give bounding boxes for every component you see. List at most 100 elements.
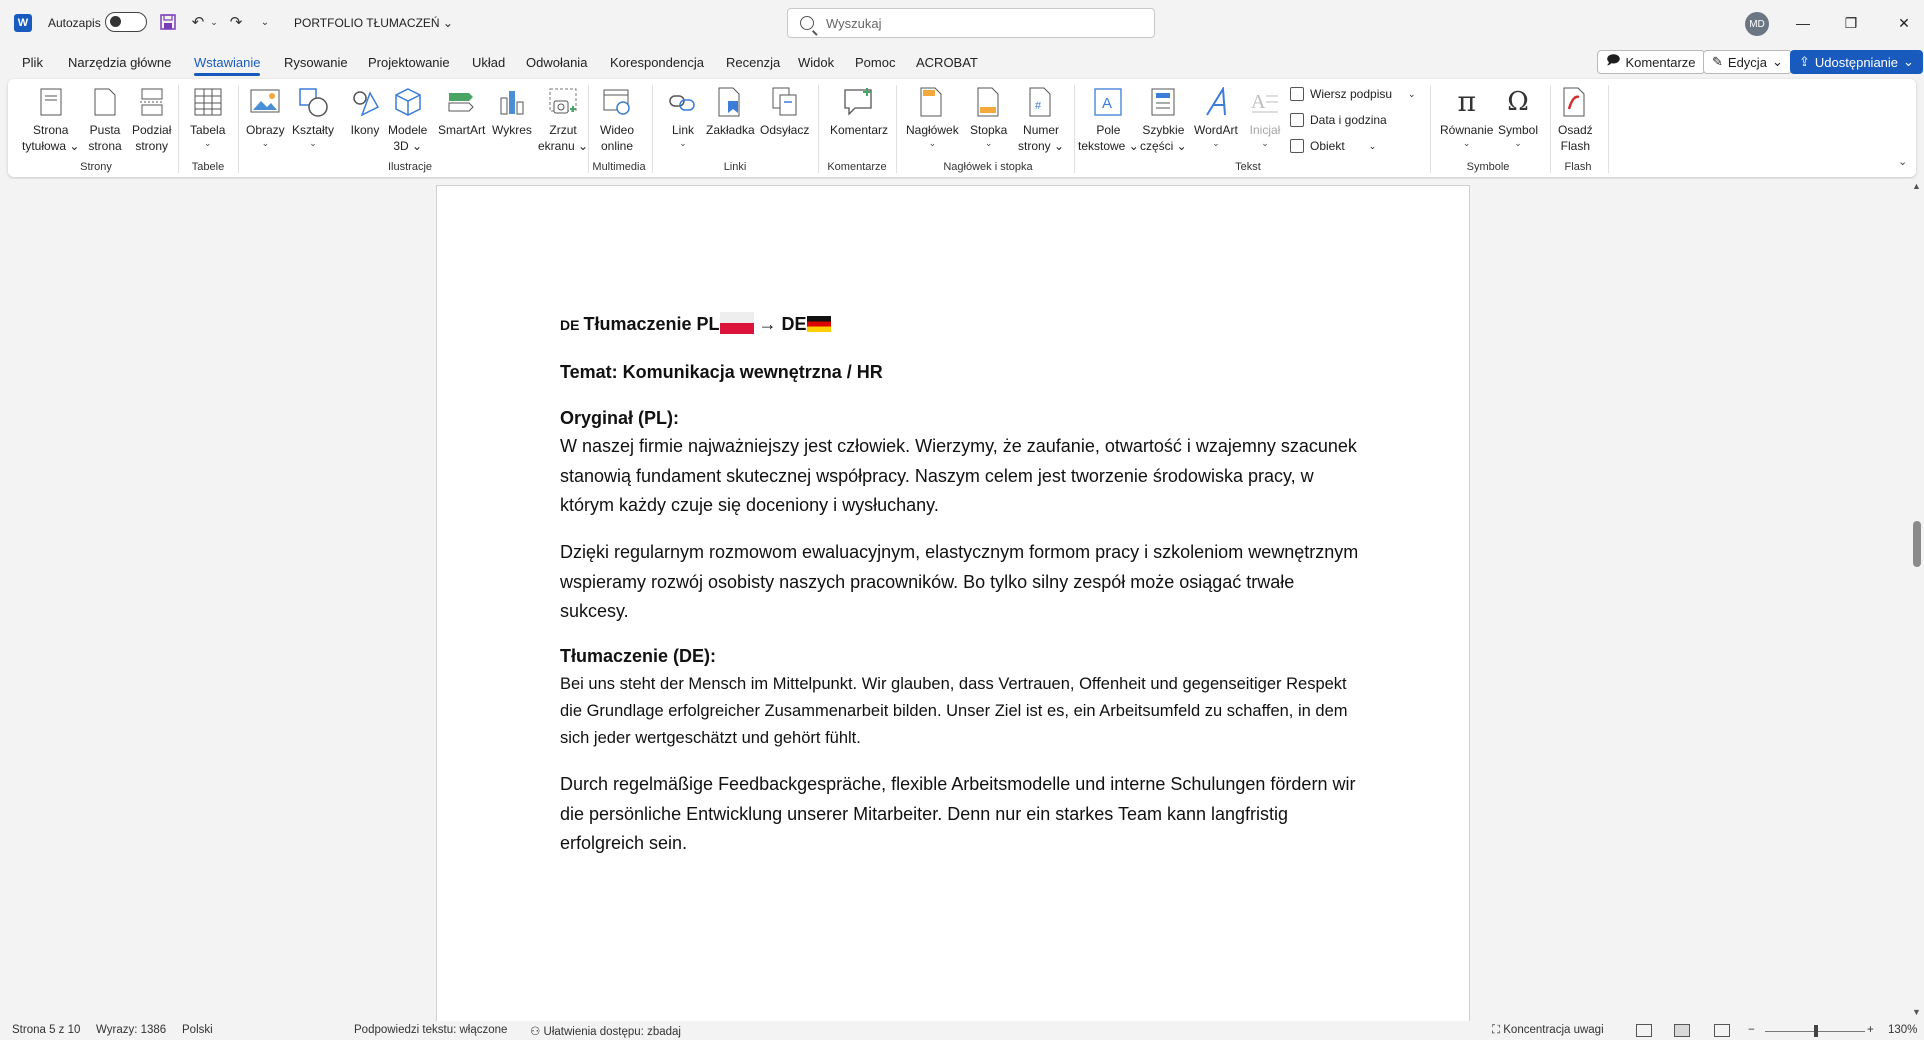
vertical-scrollbar[interactable]: ▲ ▼ (1910, 179, 1924, 1021)
screenshot-icon (546, 85, 580, 119)
save-icon[interactable] (158, 12, 178, 32)
page-number-button[interactable]: # Numer strony ⌄ (1018, 85, 1064, 154)
scrollbar-thumb[interactable] (1913, 521, 1921, 567)
page-break-button[interactable]: Podział strony (132, 85, 171, 154)
3d-models-button[interactable]: Modele 3D ⌄ (388, 85, 427, 154)
tab-review[interactable]: Recenzja (726, 55, 780, 70)
tab-plik[interactable]: Plik (22, 55, 43, 70)
table-button[interactable]: Tabela ⌄ (190, 85, 225, 148)
signature-line-button[interactable]: Wiersz podpisu ⌄ (1290, 87, 1416, 101)
word-count[interactable]: Wyrazy: 1386 (96, 1024, 166, 1036)
icons-button[interactable]: Ikony (348, 85, 382, 138)
chevron-down-icon: ⌄ (309, 138, 317, 148)
quick-parts-icon (1146, 85, 1180, 119)
text-predictions-status[interactable]: Podpowiedzi tekstu: włączone (354, 1024, 507, 1036)
blank-page-button[interactable]: Pusta strona (88, 85, 122, 154)
print-layout-icon[interactable] (1674, 1024, 1690, 1037)
zoom-in-button[interactable]: + (1867, 1024, 1874, 1036)
tab-view[interactable]: Widok (798, 55, 834, 70)
pictures-button[interactable]: Obrazy ⌄ (246, 85, 285, 148)
collapse-ribbon-icon[interactable]: ⌄ (1898, 155, 1907, 168)
group-label-comments: Komentarze (827, 161, 887, 173)
search-input[interactable]: Wyszukaj (787, 8, 1155, 38)
link-button[interactable]: Link ⌄ (666, 85, 700, 148)
tab-home[interactable]: Narzędzia główne (68, 55, 171, 70)
video-icon (600, 85, 634, 119)
quick-parts-button[interactable]: Szybkie części ⌄ (1140, 85, 1187, 154)
link-icon (666, 85, 700, 119)
tab-mailings[interactable]: Korespondencja (610, 55, 704, 70)
group-separator (652, 85, 653, 173)
document-title[interactable]: PORTFOLIO TŁUMACZEŃ ⌄ (294, 16, 453, 30)
undo-dropdown-icon[interactable]: ⌄ (204, 12, 224, 32)
new-comment-button[interactable]: Komentarz (830, 85, 888, 138)
zoom-slider-thumb[interactable] (1814, 1025, 1818, 1037)
cover-page-button[interactable]: Strona tytułowa ⌄ (22, 85, 79, 154)
picture-icon (248, 85, 282, 119)
accessibility-icon: ⚇ (530, 1026, 541, 1038)
page-number-icon: # (1024, 85, 1058, 119)
word-logo-icon: W (14, 14, 32, 32)
avatar[interactable]: MD (1745, 12, 1769, 36)
restore-button[interactable]: ❐ (1836, 10, 1866, 36)
share-icon: ⇪ (1799, 54, 1810, 69)
cross-reference-button[interactable]: Odsyłacz (760, 85, 809, 138)
minimize-button[interactable]: — (1788, 10, 1818, 36)
zoom-level[interactable]: 130% (1888, 1024, 1917, 1036)
group-separator (1430, 85, 1431, 173)
tab-insert[interactable]: Wstawianie (194, 55, 261, 76)
tab-help[interactable]: Pomoc (855, 55, 895, 70)
share-button[interactable]: ⇪ Udostępnianie ⌄ (1790, 50, 1923, 74)
translation-paragraph-1: Bei uns steht der Mensch im Mittelpunkt.… (560, 675, 1348, 747)
tab-design[interactable]: Projektowanie (368, 55, 450, 70)
flash-icon (1558, 85, 1592, 119)
search-icon (800, 16, 814, 30)
drop-cap-button[interactable]: A Inicjał ⌄ (1248, 85, 1282, 148)
scroll-up-icon[interactable]: ▲ (1912, 181, 1921, 191)
close-button[interactable]: ✕ (1889, 10, 1919, 36)
tab-draw[interactable]: Rysowanie (284, 55, 348, 70)
bookmark-button[interactable]: Zakładka (706, 85, 755, 138)
online-video-button[interactable]: Wideo online (600, 85, 634, 154)
original-paragraph-1: W naszej firmie najważniejszy jest człow… (560, 436, 1357, 515)
group-separator (1074, 85, 1075, 173)
accessibility-status[interactable]: ⚇ Ułatwienia dostępu: zbadaj (530, 1024, 681, 1038)
scroll-down-icon[interactable]: ▼ (1912, 1007, 1921, 1017)
embed-flash-button[interactable]: Osadź Flash (1558, 85, 1593, 154)
editing-mode-button[interactable]: ✎ Edycja ⌄ (1703, 50, 1792, 74)
chart-button[interactable]: Wykres (492, 85, 532, 138)
page-count[interactable]: Strona 5 z 10 (12, 1024, 80, 1036)
read-mode-icon[interactable] (1636, 1024, 1652, 1037)
tab-references[interactable]: Odwołania (526, 55, 587, 70)
chevron-down-icon: ⌄ (1212, 138, 1220, 148)
text-box-button[interactable]: A Pole tekstowe ⌄ (1078, 85, 1139, 154)
svg-text:A: A (1102, 95, 1112, 112)
object-button[interactable]: Obiekt ⌄ (1290, 139, 1376, 153)
header-button[interactable]: Nagłówek ⌄ (906, 85, 959, 148)
chart-icon (495, 85, 529, 119)
tab-layout[interactable]: Układ (472, 55, 505, 70)
focus-mode-button[interactable]: ⛶ Koncentracja uwagi (1492, 1024, 1604, 1037)
redo-icon[interactable]: ↷ (226, 12, 246, 32)
screenshot-button[interactable]: Zrzut ekranu ⌄ (538, 85, 588, 154)
footer-button[interactable]: Stopka ⌄ (970, 85, 1007, 148)
zoom-out-button[interactable]: − (1748, 1024, 1755, 1036)
title-bar: W Autozapis ↶ ⌄ ↷ ⌄ PORTFOLIO TŁUMACZEŃ … (0, 0, 1924, 46)
group-label-links: Linki (723, 161, 747, 173)
tab-acrobat[interactable]: ACROBAT (916, 55, 978, 70)
customize-toolbar-icon[interactable]: ⌄ (255, 12, 275, 32)
autosave-label: Autozapis (48, 16, 101, 30)
group-label-header-footer: Nagłówek i stopka (943, 161, 1033, 173)
language-indicator[interactable]: Polski (182, 1024, 213, 1036)
group-label-media: Multimedia (592, 161, 646, 173)
equation-button[interactable]: π Równanie ⌄ (1440, 85, 1493, 149)
wordart-button[interactable]: WordArt ⌄ (1194, 85, 1238, 148)
comments-button[interactable]: 🗩 Komentarze (1597, 50, 1705, 74)
smartart-button[interactable]: SmartArt (438, 85, 485, 138)
symbol-button[interactable]: Ω Symbol ⌄ (1498, 85, 1538, 148)
web-layout-icon[interactable] (1714, 1024, 1730, 1037)
date-time-button[interactable]: Data i godzina (1290, 113, 1387, 127)
shapes-button[interactable]: Kształty ⌄ (292, 85, 334, 148)
autosave-toggle[interactable] (105, 12, 147, 32)
document-page[interactable]: DE Tłumaczenie PL → DE Temat: Komunikacja… (436, 185, 1470, 1021)
